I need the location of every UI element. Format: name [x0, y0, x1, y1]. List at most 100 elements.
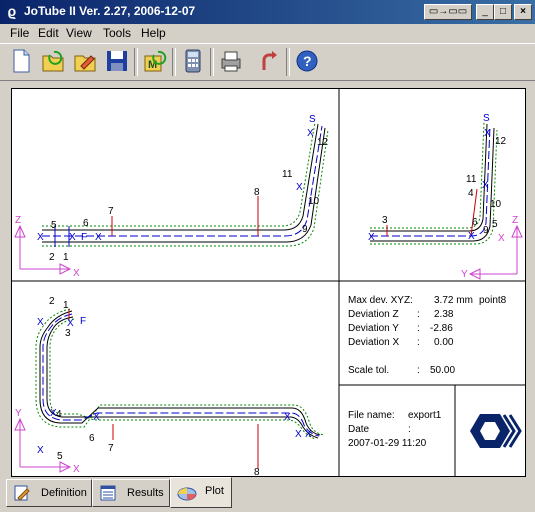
title-bar: ϱ JoTube II Ver. 2.27, 2006-12-07 ▭→▭▭ _… [0, 0, 535, 24]
point-marker: X [484, 128, 491, 139]
end-label: X [305, 429, 312, 440]
colon: : [417, 365, 420, 376]
colon: : [417, 323, 420, 334]
max-dev-value: 3.72 mm [434, 295, 473, 306]
point-marker: X [296, 182, 303, 193]
axis-label: Z [15, 215, 21, 226]
tab-label: Results [127, 487, 164, 499]
definition-icon [14, 485, 30, 501]
maximize-button[interactable]: □ [494, 4, 512, 20]
point-label: 2 [49, 296, 55, 307]
open-icon[interactable] [40, 48, 66, 74]
scale-value: 50.00 [430, 365, 456, 376]
point-marker: X [307, 128, 314, 139]
point-label: 6 [83, 218, 89, 229]
point-marker: X [368, 232, 375, 243]
start-label: F [81, 232, 87, 243]
menu-view[interactable]: View [66, 26, 92, 40]
start-label: F [80, 316, 86, 327]
point-label: 4 [56, 409, 62, 420]
import-icon[interactable]: M [142, 48, 168, 74]
tab-bar: Definition Results Plot [0, 477, 535, 512]
axis-label: Z [512, 215, 518, 226]
menu-help[interactable]: Help [141, 26, 166, 40]
toolbar-separator [134, 48, 138, 76]
window-title: JoTube II Ver. 2.27, 2006-12-07 [24, 4, 196, 18]
scale-label: Scale tol. [348, 365, 390, 376]
save-icon[interactable] [104, 48, 130, 74]
menu-edit[interactable]: Edit [38, 26, 59, 40]
tab-definition[interactable]: Definition [6, 479, 92, 507]
point-label: 1 [63, 252, 69, 263]
dock-button[interactable]: ▭→▭▭ [424, 4, 472, 20]
point-label: 12 [317, 137, 329, 148]
dev-y-label: Deviation Y [348, 323, 399, 334]
point-label: 7 [108, 206, 114, 217]
top-view: X X X X X F S 5 6 7 8 9 10 11 12 2 1 Z X [14, 114, 329, 279]
tab-results[interactable]: Results [92, 479, 170, 507]
redo-icon[interactable] [256, 48, 282, 74]
end-label: S [483, 113, 490, 124]
print-icon[interactable] [218, 48, 244, 74]
menu-file[interactable]: File [10, 26, 29, 40]
menu-bar: File Edit View Tools Help [0, 24, 535, 42]
point-label: 4 [468, 188, 474, 199]
point-label: 3 [65, 328, 71, 339]
new-document-icon[interactable] [8, 48, 34, 74]
axis-label: Y [461, 269, 468, 280]
toolbar-separator [286, 48, 290, 76]
point-label: 5 [51, 220, 57, 231]
colon: : [408, 424, 411, 435]
point-marker: X [37, 232, 44, 243]
point-label: 5 [492, 219, 498, 230]
tab-label: Plot [205, 485, 224, 497]
file-name-value: export1 [408, 410, 442, 421]
point-label: 9 [483, 225, 489, 236]
point-marker: X [93, 412, 100, 423]
axis-label: X [73, 464, 80, 475]
dev-z-label: Deviation Z [348, 309, 399, 320]
close-button[interactable]: × [514, 4, 532, 20]
axis-label: X [498, 233, 505, 244]
minimize-button[interactable]: _ [476, 4, 494, 20]
point-label: 2 [49, 252, 55, 263]
point-label: 12 [495, 136, 507, 147]
dev-x-value: 0.00 [434, 337, 454, 348]
point-marker: X [37, 317, 44, 328]
dev-z-value: 2.38 [434, 309, 454, 320]
axis-label: X [73, 268, 80, 279]
point-marker: X [468, 231, 475, 242]
date-value: 2007-01-29 11:20 [348, 438, 427, 449]
point-label: 1 [63, 300, 69, 311]
point-label: 9 [302, 224, 308, 235]
point-marker: X [95, 232, 102, 243]
open-edit-icon[interactable] [72, 48, 98, 74]
point-marker: X [284, 412, 291, 423]
point-label: 8 [254, 467, 260, 476]
menu-tools[interactable]: Tools [103, 26, 131, 40]
date-label: Date [348, 424, 370, 435]
plot-panel: X X X X X F S 5 6 7 8 9 10 11 12 2 1 Z X… [11, 88, 526, 477]
point-label: 8 [254, 187, 260, 198]
point-marker: X [69, 232, 76, 243]
point-label: 6 [472, 217, 478, 228]
app-icon: ϱ [7, 3, 17, 19]
help-icon[interactable]: ? [294, 48, 320, 74]
point-label: 10 [308, 196, 320, 207]
svg-text:?: ? [303, 53, 312, 69]
side-view: X X X X S 3 4 5 6 9 10 11 12 Z X Y [368, 113, 523, 280]
point-marker: X [295, 429, 302, 440]
front-view: X X X X X X F X 2 1 3 4 5 6 7 8 X Y X [14, 296, 325, 476]
colon: : [417, 309, 420, 320]
file-name-label: File name: [348, 410, 395, 421]
colon: : [417, 337, 420, 348]
toolbar-separator [172, 48, 176, 76]
tab-plot[interactable]: Plot [170, 477, 232, 508]
toolbar-separator [210, 48, 214, 76]
calculator-icon[interactable] [180, 48, 206, 74]
dev-x-label: Deviation X [348, 337, 400, 348]
point-label: 5 [57, 451, 63, 462]
svg-text:M: M [148, 59, 157, 71]
point-label: 11 [282, 169, 293, 180]
plot-icon [177, 487, 197, 501]
